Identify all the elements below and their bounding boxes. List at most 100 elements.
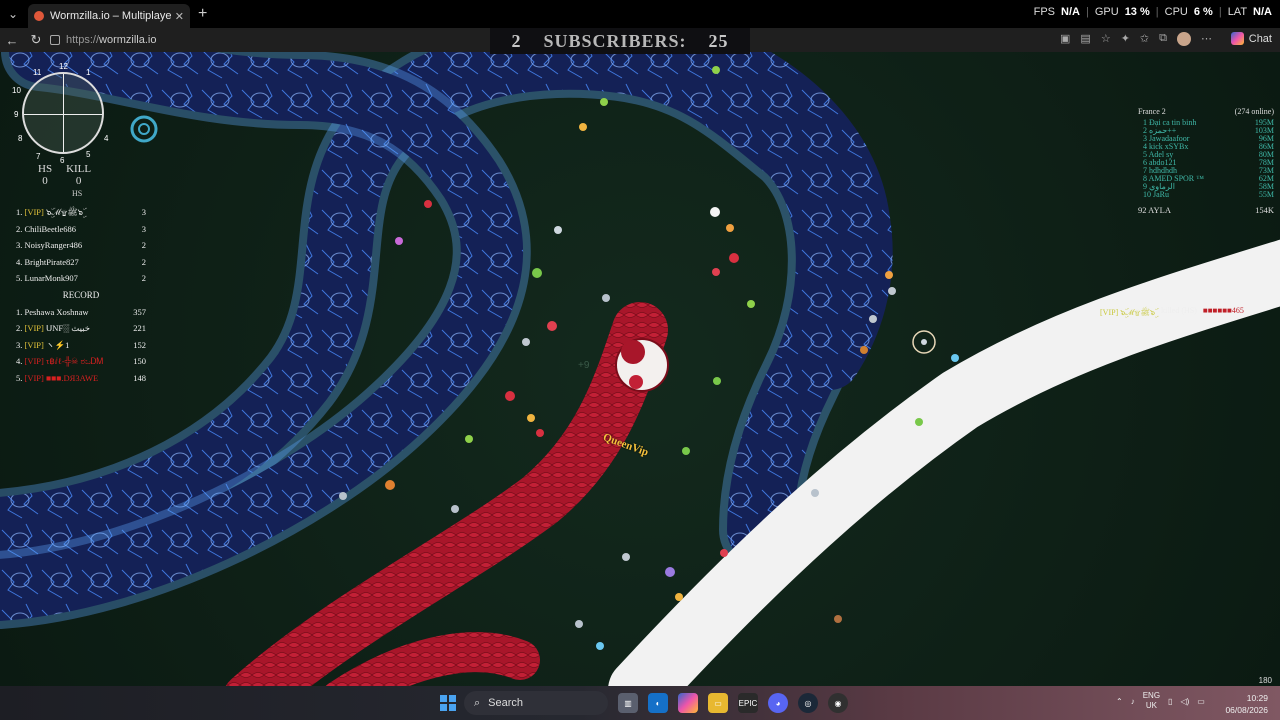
rank-number: 4. <box>16 256 23 267</box>
profile-avatar[interactable] <box>1177 32 1191 46</box>
player-snake-tail <box>325 632 540 686</box>
name-text: ๖ۣۜℳ۩ﷺ๖ۣۜ <box>43 207 84 217</box>
favorites-icon[interactable]: ✩ <box>1140 32 1149 46</box>
food-pellet <box>547 321 557 331</box>
taskbar-clock[interactable]: 10:29 06/08/2026 <box>1225 692 1268 716</box>
system-tray: ⌃ ♪ ENG UK ▯ ◁) ▭ <box>1116 691 1205 711</box>
powerup-core <box>921 339 927 345</box>
food-pellet <box>554 226 562 234</box>
site-info-icon[interactable] <box>50 35 60 45</box>
kill-feed: [VIP] ๖ۣۜℳ۩ﷺ๖ۣۜ killed (HS) ■■■■■■465 <box>1100 306 1244 319</box>
vip-tag: [VIP] <box>24 339 44 350</box>
food-pellet <box>675 593 683 601</box>
favorite-star-icon[interactable]: ☆ <box>1101 32 1111 46</box>
extensions-icon[interactable]: ✦ <box>1121 32 1130 46</box>
food-pellet <box>885 271 893 279</box>
fps-label: FPS <box>1033 6 1056 18</box>
hud-separator: | <box>1085 6 1089 18</box>
food-pellet <box>729 253 739 263</box>
edge-icon[interactable]: ◐ <box>648 693 668 713</box>
reload-icon[interactable]: ↻ <box>24 32 48 48</box>
kill-score: 2 <box>141 273 146 283</box>
list-item: 4. BrightPirate827 2 <box>16 254 146 271</box>
leaderboard: France 2 (274 online) 1 Đại ca tin binh 1… <box>1138 107 1274 215</box>
url-host: wormzilla.io <box>99 34 157 46</box>
food-pellet <box>522 338 530 346</box>
site-favicon-icon <box>34 11 44 21</box>
more-options-icon[interactable]: ⋯ <box>1201 32 1212 46</box>
screen: ⌄ Wormzilla.io – Multiplayer Snake G ✕ +… <box>0 0 1280 720</box>
rank-number: 2. <box>16 323 23 333</box>
rank-number: 4. <box>16 356 23 366</box>
microphone-icon[interactable]: ♪ <box>1131 697 1135 706</box>
cpu-label: CPU <box>1164 6 1188 18</box>
list-item: 4. [VIP] τ฿ⅈℓ-╬☠ ಠಒᎠᎷ 150 <box>16 353 146 370</box>
performance-hud: FPS N/A | GPU 13 % | CPU 6 % | LAT N/A <box>1034 6 1272 18</box>
food-pellet <box>536 429 544 437</box>
copilot-icon <box>1230 32 1244 45</box>
food-pellet <box>385 480 395 490</box>
minimap: 12 11 1 10 9 8 7 6 5 4 <box>12 62 108 165</box>
address-bar[interactable]: https:// wormzilla.io <box>50 30 470 50</box>
rank-number: 2. <box>16 223 23 234</box>
windows-taskbar: ⌕ Search ▥ ◐ ▭ EPIC ◕ ◎ ◉ ⌃ ♪ ENG UK ▯ ◁)… <box>0 686 1280 720</box>
swirl-decoration <box>130 115 158 143</box>
minimap-number: 8 <box>18 134 23 143</box>
obs-icon[interactable]: ◉ <box>828 693 848 713</box>
chat-button[interactable]: Chat <box>1230 32 1272 45</box>
headshot-kill-counter: HS 0 KILL 0 <box>38 163 91 187</box>
hs-value: 0 <box>42 175 48 187</box>
record-list: 1. Peshawa Xoshnaw 357 2. [VIP] ᑌNF░ خبيث 2… <box>16 304 146 387</box>
taskbar-search[interactable]: ⌕ Search <box>464 691 608 715</box>
chevron-up-icon[interactable]: ⌃ <box>1116 697 1123 706</box>
steam-icon[interactable]: ◎ <box>798 693 818 713</box>
vip-tag: [VIP] <box>24 323 44 333</box>
kill-score: 152 <box>133 339 146 350</box>
start-windows-icon[interactable] <box>440 695 456 711</box>
epic-games-icon[interactable]: EPIC <box>738 693 758 713</box>
kill-score: 150 <box>133 356 146 366</box>
food-pellet <box>596 642 604 650</box>
folder-icon[interactable]: ▭ <box>708 693 728 713</box>
battery-icon[interactable]: ▭ <box>1197 697 1205 706</box>
food-pellet <box>915 418 923 426</box>
browser-tab[interactable]: Wormzilla.io – Multiplayer Snake G ✕ <box>28 4 190 28</box>
language-indicator[interactable]: ENG UK <box>1143 691 1160 711</box>
killfeed-victim: ■■■■■■465 <box>1202 306 1244 315</box>
player-name: 2. [VIP] ᑌNF░ خبيث <box>16 320 126 337</box>
kill-score: 148 <box>133 372 146 383</box>
network-icon[interactable]: ▯ <box>1168 697 1172 706</box>
killfeed-killer: [VIP] ๖ۣۜℳ۩ﷺ๖ۣۜ <box>1100 308 1156 317</box>
reading-view-icon[interactable]: ▤ <box>1080 32 1090 46</box>
discord-icon[interactable]: ◕ <box>768 693 788 713</box>
player-name: 5. LunarMonk907 <box>16 270 126 287</box>
split-screen-icon[interactable]: ▣ <box>1060 32 1070 46</box>
food-pellet <box>860 346 868 354</box>
name-text: LunarMonk907 <box>24 273 78 283</box>
copilot-app-icon[interactable] <box>678 693 698 713</box>
score-gain-popup: +9 <box>578 360 590 371</box>
leaderboard-score: 55M <box>1258 190 1274 199</box>
tab-close-icon[interactable]: ✕ <box>175 10 184 23</box>
volume-icon[interactable]: ◁) <box>1180 697 1189 706</box>
name-text: ᑌNF░ خبيث <box>43 323 90 333</box>
food-pellet <box>747 300 755 308</box>
new-tab-button[interactable]: + <box>198 5 207 23</box>
food-pellet <box>682 447 690 455</box>
list-item: 5. LunarMonk907 2 <box>16 270 146 287</box>
leaderboard-rank: 10 <box>1143 190 1151 199</box>
food-pellet <box>600 98 608 106</box>
tab-list-chevron-icon[interactable]: ⌄ <box>0 0 26 28</box>
kill-score: 3 <box>141 207 146 217</box>
player-name: 4. [VIP] τ฿ⅈℓ-╬☠ ಠಒᎠᎷ <box>16 353 126 370</box>
player-name: 1. Peshawa Xoshnaw <box>16 304 126 321</box>
game-canvas[interactable]: +9 QueenVip [VIP] ๖ۣۜℳ۩ﷺ๖ۣۜ killed (HS) … <box>0 52 1280 686</box>
back-arrow-icon[interactable]: ← <box>0 33 24 48</box>
minimap-number: 9 <box>14 110 19 119</box>
kill-value: 0 <box>75 175 82 187</box>
food-pellet <box>665 567 675 577</box>
player-name: 3. [VIP] ヽ⚡1 <box>16 337 126 354</box>
collections-icon[interactable]: ⧉ <box>1159 32 1167 46</box>
list-item: 5. [VIP] ■■■.DЯ3AWE 148 <box>16 370 146 387</box>
file-explorer-icon[interactable]: ▥ <box>618 693 638 713</box>
